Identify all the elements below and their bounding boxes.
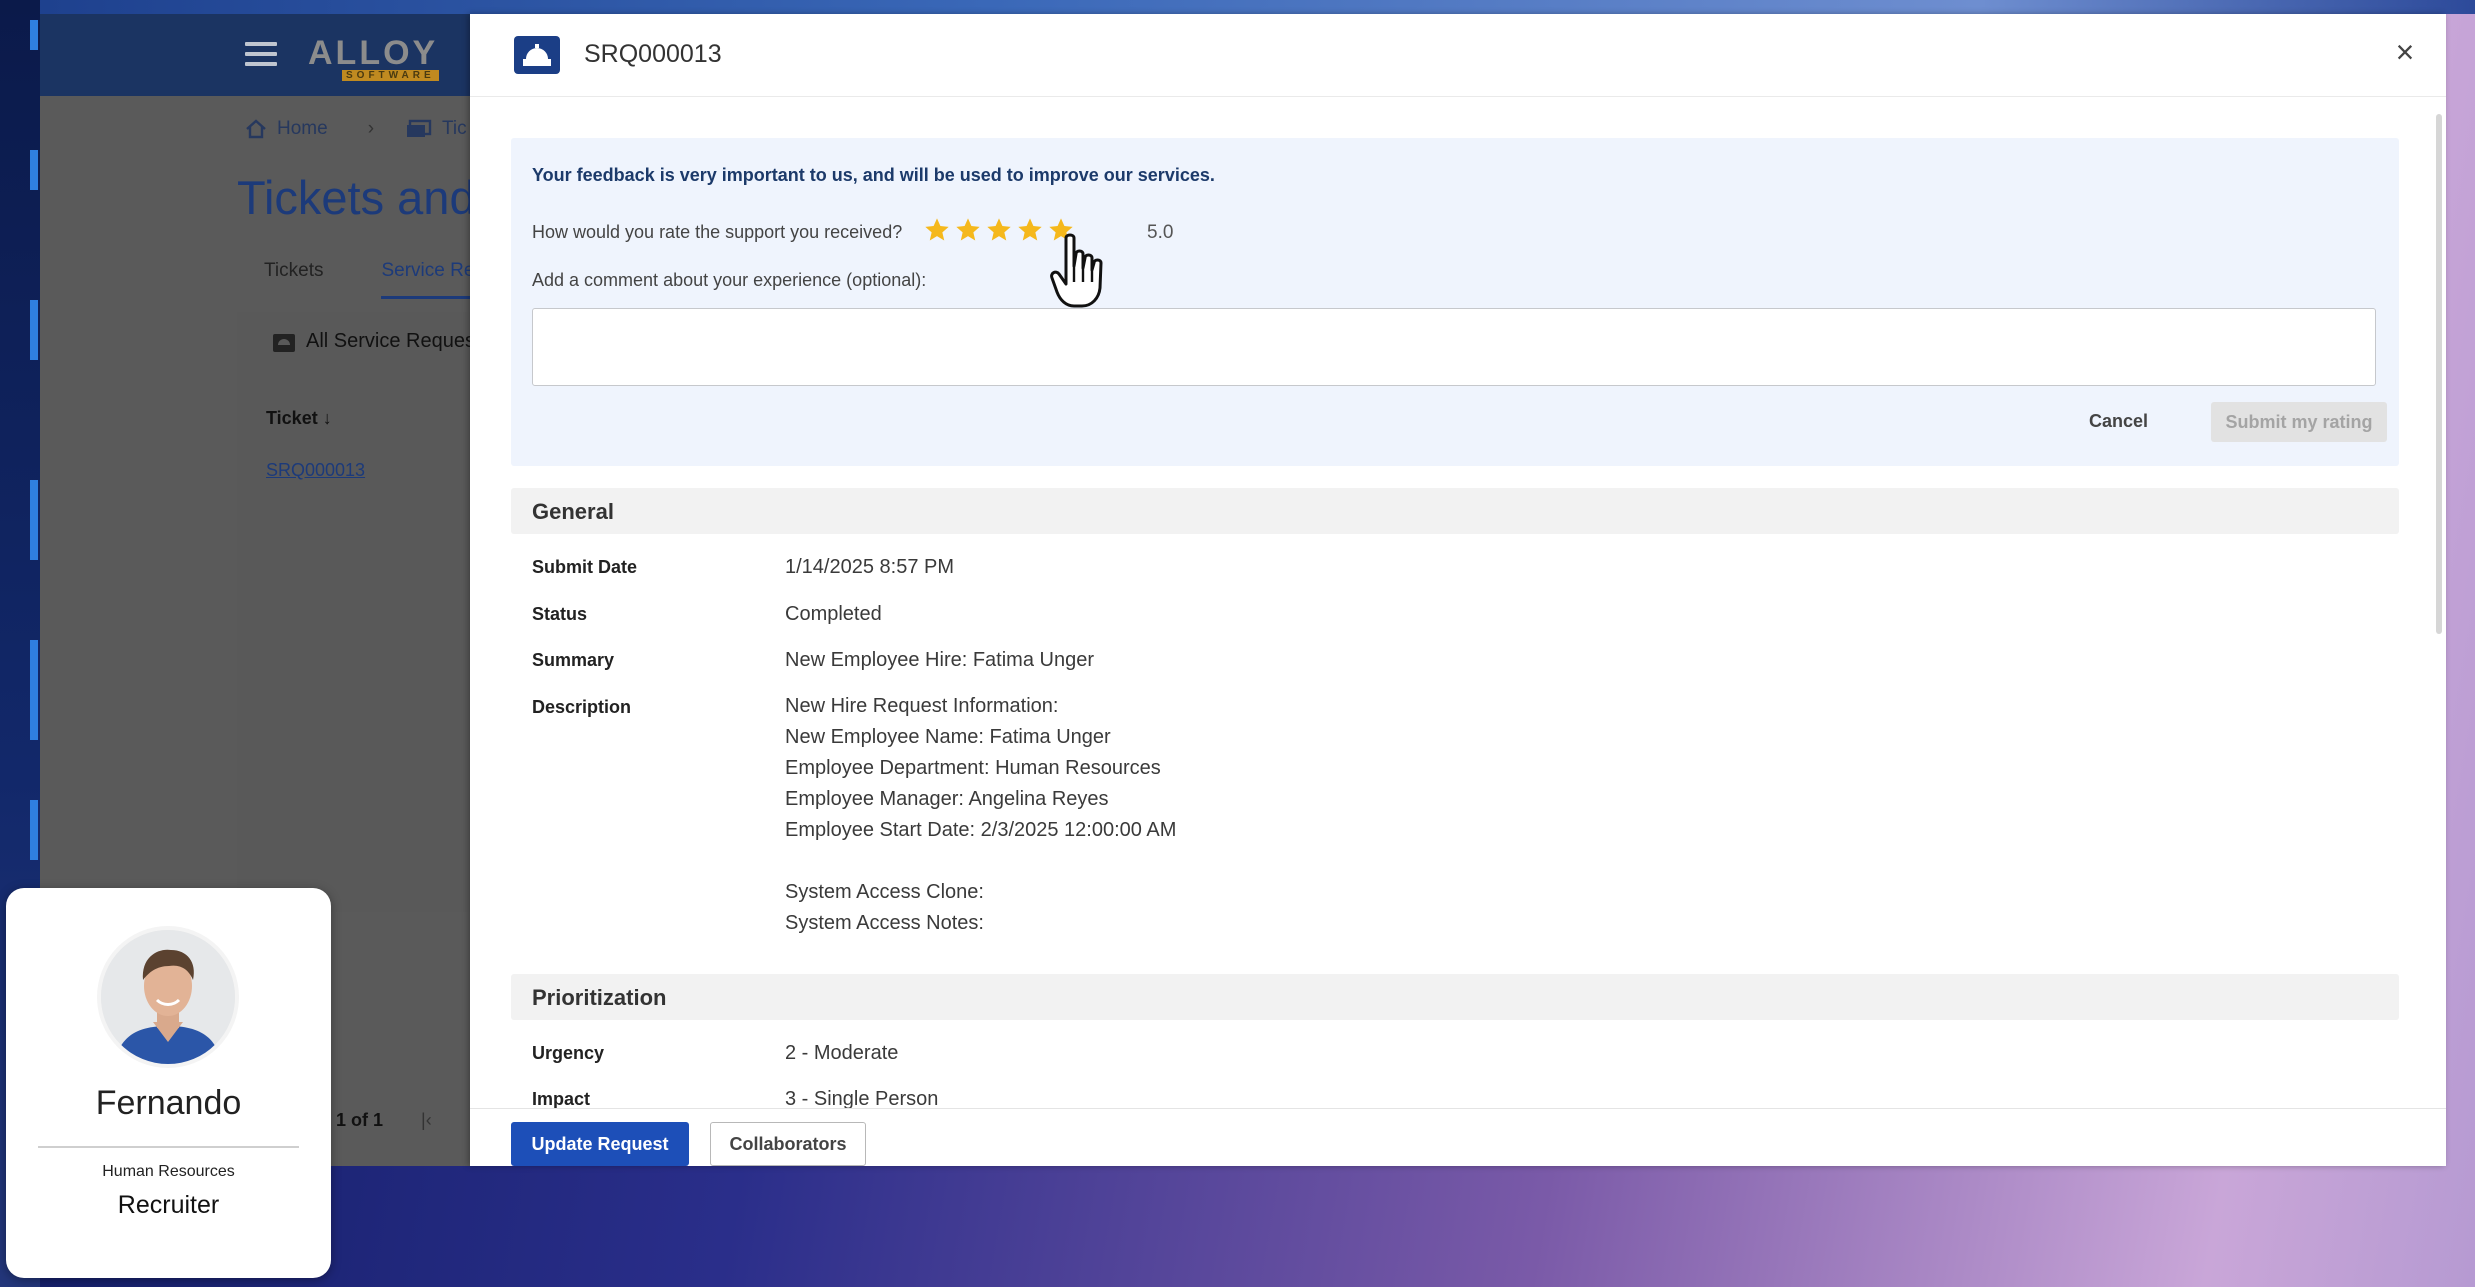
section-prioritization: Prioritization: [511, 974, 2399, 1020]
profile-card: Fernando Human Resources Recruiter: [6, 888, 331, 1278]
scrollbar[interactable]: [2436, 114, 2442, 634]
status-value: Completed: [785, 603, 882, 625]
profile-department: Human Resources: [102, 1163, 235, 1180]
profile-role: Recruiter: [117, 1191, 220, 1219]
taskbar-indicator: [30, 480, 38, 560]
modal-header: SRQ000013 ×: [470, 14, 2446, 97]
update-request-button[interactable]: Update Request: [511, 1122, 689, 1166]
comment-input[interactable]: [532, 308, 2376, 386]
avatar: [97, 926, 239, 1068]
first-page-icon[interactable]: |‹: [421, 1110, 432, 1131]
taskbar-indicator: [30, 20, 38, 50]
submit-rating-button[interactable]: Submit my rating: [2211, 402, 2387, 442]
tab-tickets[interactable]: Tickets: [264, 260, 323, 299]
profile-name: Fernando: [95, 1084, 242, 1122]
divider: [38, 1146, 299, 1148]
description-label: Description: [532, 697, 632, 717]
chevron-right-icon: ›: [367, 118, 375, 139]
rating-value: 5.0: [1147, 222, 1174, 243]
service-request-modal: SRQ000013 × Your feedback is very import…: [470, 14, 2446, 1166]
tickets-icon: [407, 119, 432, 137]
panel-title: All Service Reques: [272, 330, 475, 353]
pager: 1 of 1 |‹: [336, 1110, 432, 1131]
summary-value: New Employee Hire: Fatima Unger: [785, 649, 1094, 671]
modal-footer: Update Request Collaborators: [470, 1108, 2446, 1166]
taskbar-indicator: [30, 150, 38, 190]
summary-label: Summary: [532, 650, 615, 670]
taskbar-indicator: [30, 300, 38, 360]
hamburger-menu-icon[interactable]: [245, 42, 277, 66]
urgency-label: Urgency: [532, 1043, 605, 1063]
impact-label: Impact: [532, 1089, 591, 1109]
alloy-logo: ALLOY SOFTWARE: [308, 34, 439, 81]
breadcrumb: Home › Tic: [245, 118, 467, 140]
pager-text: 1 of 1: [336, 1110, 384, 1130]
submit-date-value: 1/14/2025 8:57 PM: [785, 556, 955, 578]
hand-cursor-icon: [1050, 233, 1103, 308]
home-icon: [246, 119, 266, 139]
feedback-panel: Your feedback is very important to us, a…: [511, 138, 2399, 466]
feedback-intro: Your feedback is very important to us, a…: [532, 165, 1215, 185]
star-icon[interactable]: [1016, 216, 1044, 244]
rating-question: How would you rate the support you recei…: [532, 222, 903, 242]
page-title: Tickets and: [237, 171, 476, 224]
star-icon[interactable]: [923, 216, 951, 244]
urgency-value: 2 - Moderate: [785, 1042, 899, 1064]
section-heading: General: [532, 499, 614, 524]
desktop-top-strip: [0, 0, 2475, 14]
section-heading: Prioritization: [532, 985, 667, 1010]
tab-service-requests[interactable]: Service Rec: [381, 260, 484, 299]
breadcrumb-tickets[interactable]: Tic: [442, 118, 467, 140]
service-request-icon: [514, 36, 560, 74]
submit-date-label: Submit Date: [532, 557, 638, 577]
cancel-button[interactable]: Cancel: [2083, 410, 2154, 433]
sort-arrow-down-icon: ↓: [322, 408, 332, 428]
column-header-ticket[interactable]: Ticket ↓: [266, 408, 332, 429]
star-icon[interactable]: [954, 216, 982, 244]
breadcrumb-home[interactable]: Home: [277, 118, 328, 140]
comment-label: Add a comment about your experience (opt…: [532, 270, 927, 290]
star-icon[interactable]: [985, 216, 1013, 244]
ticket-link[interactable]: SRQ000013: [266, 460, 365, 481]
status-label: Status: [532, 604, 588, 624]
page-tabs: Tickets Service Rec: [264, 260, 484, 299]
taskbar-indicator: [30, 640, 38, 740]
close-icon[interactable]: ×: [2390, 36, 2420, 68]
taskbar-indicator: [30, 800, 38, 860]
service-request-icon: [273, 333, 295, 352]
collaborators-button[interactable]: Collaborators: [710, 1122, 866, 1166]
section-general: General: [511, 488, 2399, 534]
person-photo-icon: [101, 930, 235, 1064]
description-value: New Hire Request Information: New Employ…: [785, 695, 1177, 934]
modal-title: SRQ000013: [584, 40, 722, 68]
